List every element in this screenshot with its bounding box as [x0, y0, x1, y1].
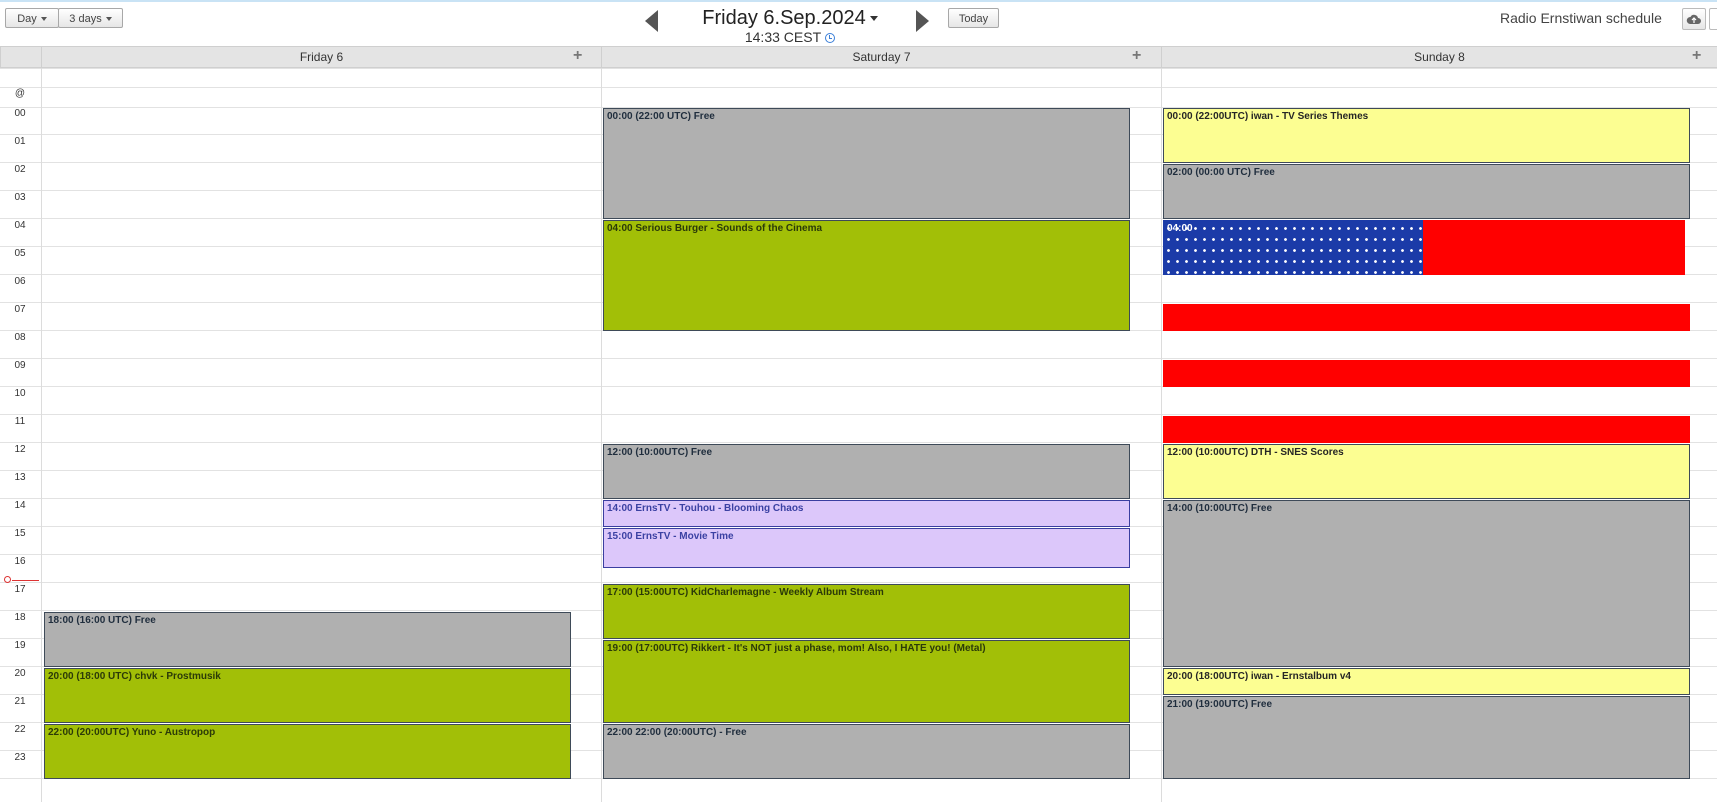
event-saturday-album-stream[interactable]: 17:00 (15:00UTC) KidCharlemagne - Weekly… [603, 584, 1130, 639]
day-label: Saturday 7 [852, 50, 911, 64]
event-sunday-free[interactable]: 14:00 (10:00UTC) Free [1163, 500, 1690, 667]
time-gutter-header [0, 47, 41, 67]
add-event-icon[interactable]: + [1132, 48, 1141, 64]
event-saturday-free[interactable]: 22:00 22:00 (20:00UTC) - Free [603, 724, 1130, 779]
date-title-text: Friday 6.Sep.2024 [702, 7, 866, 29]
chevron-down-icon [105, 17, 112, 22]
date-title[interactable]: Friday 6.Sep.2024 [690, 7, 890, 30]
event-friday-prostmusik[interactable]: 20:00 (18:00 UTC) chvk - Prostmusik [44, 668, 571, 723]
day-header-saturday: Saturday 7 [601, 47, 1161, 67]
event-saturday-free[interactable]: 12:00 (10:00UTC) Free [603, 444, 1130, 499]
event-friday-free[interactable]: 18:00 (16:00 UTC) Free [44, 612, 571, 667]
event-saturday-touhou[interactable]: 14:00 ErnsTV - Touhou - Blooming Chaos [603, 500, 1130, 527]
day-label: Sunday 8 [1414, 50, 1465, 64]
view-day-label: Day [17, 13, 37, 25]
day-label: Friday 6 [299, 50, 344, 64]
event-saturday-free[interactable]: 00:00 (22:00 UTC) Free [603, 108, 1130, 219]
chevron-down-icon [869, 16, 878, 22]
view-day-button[interactable]: Day [5, 8, 59, 28]
day-header-friday: Friday 6 [41, 47, 601, 67]
event-sunday-flag[interactable]: 04:00 [1163, 220, 1423, 275]
event-friday-austropop[interactable]: 22:00 (20:00UTC) Yuno - Austropop [44, 724, 571, 779]
add-event-icon[interactable]: + [573, 48, 582, 64]
cloud-upload-button[interactable] [1682, 8, 1706, 30]
cloud-icon [1686, 14, 1701, 24]
next-arrow-icon[interactable] [916, 10, 929, 32]
current-time-text: 14:33 CEST [744, 29, 822, 45]
event-sunday-ernstalbum[interactable]: 20:00 (18:00UTC) iwan - Ernstalbum v4 [1163, 668, 1690, 695]
flag-stripe[interactable] [1163, 416, 1690, 443]
toolbar: Day 3 days Friday 6.Sep.2024 14:33 CEST … [0, 0, 1717, 46]
add-event-icon[interactable]: + [1692, 48, 1701, 64]
calendar-grid[interactable]: @ 00 01 02 03 04 05 06 07 08 09 10 11 12… [0, 68, 1717, 802]
current-time: 14:33 CEST [700, 29, 880, 45]
current-time-line [12, 580, 39, 581]
calendar-name: Radio Ernstiwan schedule [1500, 10, 1662, 26]
event-sunday-free[interactable]: 02:00 (00:00 UTC) Free [1163, 164, 1690, 219]
flag-stripe[interactable] [1163, 360, 1690, 387]
previous-arrow-icon[interactable] [645, 10, 658, 32]
current-time-dot [4, 576, 11, 583]
more-button[interactable] [1709, 8, 1717, 30]
chevron-down-icon [40, 17, 47, 22]
day-header-sunday: Sunday 8 [1161, 47, 1717, 67]
flag-stripe[interactable] [1423, 220, 1685, 275]
event-saturday-metal[interactable]: 19:00 (17:00UTC) Rikkert - It's NOT just… [603, 640, 1130, 723]
view-3days-label: 3 days [69, 13, 102, 25]
event-sunday-snes-scores[interactable]: 12:00 (10:00UTC) DTH - SNES Scores [1163, 444, 1690, 499]
flag-stripe[interactable] [1163, 304, 1690, 331]
view-3days-button[interactable]: 3 days [58, 8, 123, 28]
event-sunday-free[interactable]: 21:00 (19:00UTC) Free [1163, 696, 1690, 779]
event-sunday-tv-themes[interactable]: 00:00 (22:00UTC) iwan - TV Series Themes [1163, 108, 1690, 163]
today-button[interactable]: Today [948, 8, 999, 28]
clock-icon [825, 33, 836, 43]
event-saturday-cinema[interactable]: 04:00 Serious Burger - Sounds of the Cin… [603, 220, 1130, 331]
day-header-row: Friday 6 + Saturday 7 + Sunday 8 + [0, 46, 1717, 68]
event-saturday-movie-time[interactable]: 15:00 ErnsTV - Movie Time [603, 528, 1130, 568]
